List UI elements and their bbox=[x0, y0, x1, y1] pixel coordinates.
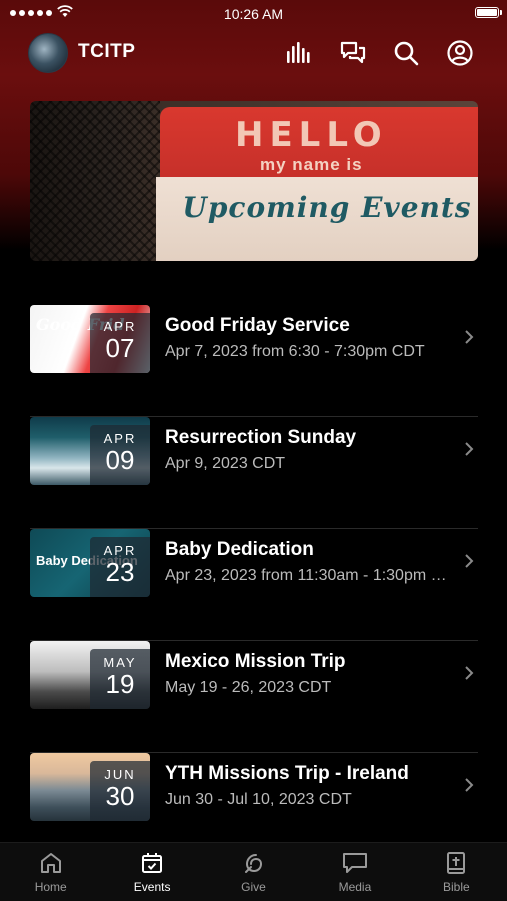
date-badge: APR 07 bbox=[90, 313, 150, 373]
event-row-good-friday[interactable]: Good Frid APR 07 Good Friday Service Apr… bbox=[30, 305, 478, 417]
date-month: APR bbox=[103, 543, 137, 558]
tab-give[interactable]: Give bbox=[203, 843, 304, 901]
calendar-icon bbox=[142, 853, 163, 873]
chevron-right-icon bbox=[465, 666, 474, 680]
upcoming-events-banner: HELLO my name is Upcoming Events bbox=[30, 101, 478, 261]
chevron-right-icon bbox=[465, 778, 474, 792]
chat-icon bbox=[342, 853, 367, 873]
give-icon bbox=[244, 854, 262, 873]
event-title: Mexico Mission Trip bbox=[165, 651, 346, 672]
banner-hello: HELLO bbox=[235, 115, 388, 155]
chevron-right-icon bbox=[465, 442, 474, 456]
bible-icon bbox=[447, 852, 466, 874]
date-badge: APR 09 bbox=[90, 425, 150, 485]
tab-bible[interactable]: Bible bbox=[406, 843, 507, 901]
date-day: 09 bbox=[105, 445, 135, 475]
tab-label: Bible bbox=[442, 880, 470, 894]
event-thumbnail: Baby Dedication APR 23 bbox=[30, 529, 150, 597]
date-day: 23 bbox=[105, 557, 135, 587]
tab-bar: Home Events Give Media Bible bbox=[0, 842, 507, 901]
app-header: TCITP bbox=[0, 30, 507, 76]
date-month: APR bbox=[103, 431, 137, 446]
tab-media[interactable]: Media bbox=[304, 843, 405, 901]
date-month: APR bbox=[103, 319, 137, 334]
audio-icon[interactable] bbox=[284, 38, 314, 68]
event-subtitle: Apr 7, 2023 from 6:30 - 7:30pm CDT bbox=[165, 343, 425, 360]
chevron-right-icon bbox=[465, 554, 474, 568]
status-bar: 10:26 AM bbox=[0, 0, 507, 28]
event-thumbnail: MAY 19 bbox=[30, 641, 150, 709]
messages-icon[interactable] bbox=[338, 38, 368, 68]
event-thumbnail: APR 09 bbox=[30, 417, 150, 485]
date-day: 30 bbox=[105, 781, 135, 811]
date-month: JUN bbox=[104, 767, 136, 782]
app-title: TCITP bbox=[78, 41, 136, 62]
date-badge: MAY 19 bbox=[90, 649, 150, 709]
tab-label: Events bbox=[133, 880, 171, 894]
battery-icon bbox=[475, 7, 502, 18]
event-thumbnail: Good Frid APR 07 bbox=[30, 305, 150, 373]
status-time: 10:26 AM bbox=[223, 6, 284, 22]
tab-events[interactable]: Events bbox=[101, 843, 202, 901]
event-subtitle: Jun 30 - Jul 10, 2023 CDT bbox=[165, 791, 352, 808]
chevron-right-icon bbox=[465, 330, 474, 344]
home-icon bbox=[40, 853, 61, 873]
event-title: Good Friday Service bbox=[165, 315, 350, 336]
tab-home[interactable]: Home bbox=[0, 843, 101, 901]
date-badge: JUN 30 bbox=[90, 761, 150, 821]
date-month: MAY bbox=[103, 655, 137, 670]
search-icon[interactable] bbox=[391, 38, 421, 68]
tab-label: Home bbox=[34, 880, 67, 894]
banner-mesh-texture bbox=[30, 101, 160, 261]
date-badge: APR 23 bbox=[90, 537, 150, 597]
tab-label: Media bbox=[338, 880, 372, 894]
event-title: Baby Dedication bbox=[165, 539, 314, 560]
event-title: YTH Missions Trip - Ireland bbox=[165, 763, 409, 784]
church-logo[interactable] bbox=[28, 33, 68, 73]
event-title: Resurrection Sunday bbox=[165, 427, 357, 448]
event-row-mexico-mission-trip[interactable]: MAY 19 Mexico Mission Trip May 19 - 26, … bbox=[30, 641, 478, 753]
date-day: 07 bbox=[105, 333, 135, 363]
tab-label: Give bbox=[241, 880, 266, 894]
date-day: 19 bbox=[105, 669, 135, 699]
event-subtitle: Apr 9, 2023 CDT bbox=[165, 455, 286, 472]
event-subtitle: May 19 - 26, 2023 CDT bbox=[165, 679, 332, 696]
event-subtitle: Apr 23, 2023 from 11:30am - 1:30pm CDT bbox=[165, 567, 455, 584]
banner-upcoming-events: Upcoming Events bbox=[182, 191, 472, 224]
profile-icon[interactable] bbox=[445, 38, 475, 68]
event-list: Good Frid APR 07 Good Friday Service Apr… bbox=[30, 305, 478, 864]
event-row-resurrection-sunday[interactable]: APR 09 Resurrection Sunday Apr 9, 2023 C… bbox=[30, 417, 478, 529]
event-row-baby-dedication[interactable]: Baby Dedication APR 23 Baby Dedication A… bbox=[30, 529, 478, 641]
banner-my-name-is: my name is bbox=[260, 155, 363, 174]
event-thumbnail: JUN 30 bbox=[30, 753, 150, 821]
